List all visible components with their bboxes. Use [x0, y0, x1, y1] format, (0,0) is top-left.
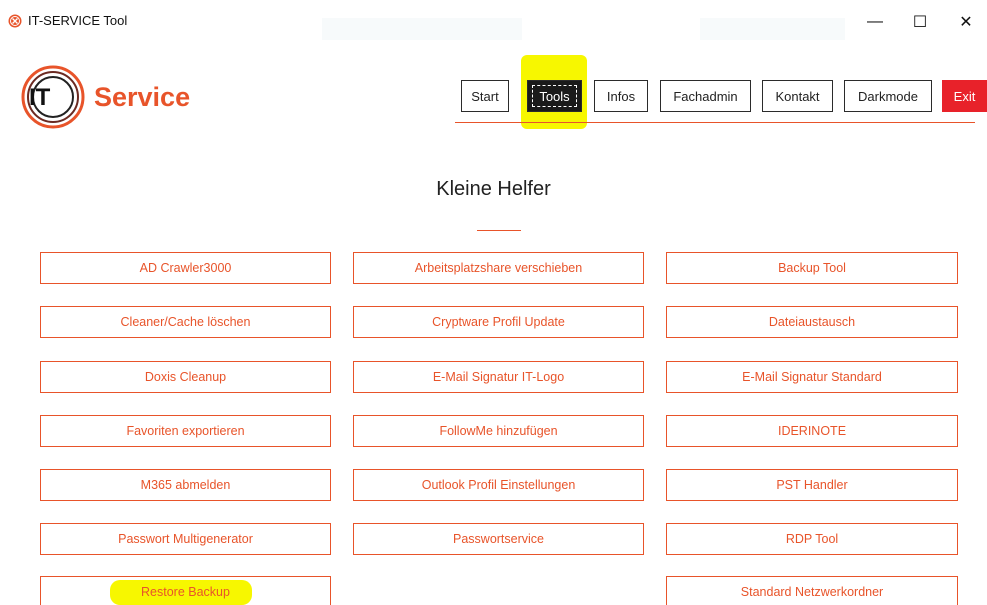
tool-button-label: Dateiaustausch	[768, 315, 856, 329]
tool-button-label: Cleaner/Cache löschen	[120, 315, 251, 329]
tool-button-label: Passwort Multigenerator	[118, 532, 253, 546]
window-titlebar: IT-SERVICE Tool — ☐ ✕	[0, 0, 987, 44]
nav-fachadmin-button[interactable]: Fachadmin	[660, 80, 751, 112]
window-title: IT-SERVICE Tool	[28, 13, 128, 28]
tool-button-m365-abmelden[interactable]: M365 abmelden	[40, 469, 331, 501]
tool-button-label: Outlook Profil Einstellungen	[421, 478, 576, 492]
minimize-button[interactable]: —	[858, 8, 892, 36]
tool-button-restore-backup[interactable]: Restore Backup	[40, 576, 331, 605]
nav-start-label: Start	[471, 88, 499, 104]
nav-darkmode-label: Darkmode	[858, 88, 918, 104]
tool-button-cryptware[interactable]: Cryptware Profil Update	[353, 306, 644, 338]
tool-button-label: M365 abmelden	[140, 478, 231, 492]
blurred-area	[322, 18, 522, 40]
nav-kontakt-label: Kontakt	[775, 88, 820, 104]
tool-button-label: Arbeitsplatzshare verschieben	[414, 261, 583, 275]
tool-button-label: Doxis Cleanup	[144, 370, 227, 384]
tool-button-email-signatur-standard[interactable]: E-Mail Signatur Standard	[666, 361, 958, 393]
tool-button-backup-tool[interactable]: Backup Tool	[666, 252, 958, 284]
nav-darkmode-button[interactable]: Darkmode	[844, 80, 932, 112]
heading-divider	[477, 230, 521, 231]
tool-button-label: Favoriten exportieren	[126, 424, 245, 438]
tool-button-label: FollowMe hinzufügen	[439, 424, 558, 438]
app-icon	[8, 14, 22, 28]
maximize-icon: ☐	[912, 14, 928, 31]
tool-button-label: AD Crawler3000	[139, 261, 232, 275]
tool-button-favoriten-exportieren[interactable]: Favoriten exportieren	[40, 415, 331, 447]
nav-exit-label: Exit	[953, 88, 976, 104]
logo-it-text: IT	[29, 84, 51, 111]
minimize-icon: —	[867, 13, 883, 30]
tool-button-label: E-Mail Signatur IT-Logo	[432, 370, 565, 384]
close-icon: ✕	[959, 14, 973, 31]
tool-button-label: Restore Backup	[141, 585, 230, 599]
tool-button-passwortservice[interactable]: Passwortservice	[353, 523, 644, 555]
tool-button-ad-crawler[interactable]: AD Crawler3000	[40, 252, 331, 284]
tool-button-followme[interactable]: FollowMe hinzufügen	[353, 415, 644, 447]
tool-button-label: Backup Tool	[778, 261, 846, 275]
blurred-area	[700, 18, 845, 40]
focus-indicator	[532, 85, 577, 107]
nav-tools-button[interactable]: Tools	[527, 80, 582, 112]
tool-button-passwort-multigenerator[interactable]: Passwort Multigenerator	[40, 523, 331, 555]
tool-button-outlook-profil[interactable]: Outlook Profil Einstellungen	[353, 469, 644, 501]
tool-button-cleaner-cache[interactable]: Cleaner/Cache löschen	[40, 306, 331, 338]
nav-divider	[455, 122, 975, 123]
nav-fachadmin-label: Fachadmin	[673, 88, 738, 104]
tool-button-doxis-cleanup[interactable]: Doxis Cleanup	[40, 361, 331, 393]
tool-button-dateiaustausch[interactable]: Dateiaustausch	[666, 306, 958, 338]
tool-button-label: IDERINOTE	[777, 424, 847, 438]
logo-service-text: Service	[94, 82, 191, 112]
tool-button-label: Passwortservice	[453, 532, 544, 546]
tool-button-rdp-tool[interactable]: RDP Tool	[666, 523, 958, 555]
nav-exit-button[interactable]: Exit	[942, 80, 987, 112]
tool-button-pst-handler[interactable]: PST Handler	[666, 469, 958, 501]
tool-button-label: E-Mail Signatur Standard	[742, 370, 882, 384]
tool-button-standard-netzwerkordner[interactable]: Standard Netzwerkordner	[666, 576, 958, 605]
tool-button-email-signatur-it-logo[interactable]: E-Mail Signatur IT-Logo	[353, 361, 644, 393]
page-title: Kleine Helfer	[436, 178, 551, 200]
tool-button-iderinote[interactable]: IDERINOTE	[666, 415, 958, 447]
nav-kontakt-button[interactable]: Kontakt	[762, 80, 833, 112]
close-button[interactable]: ✕	[949, 8, 983, 36]
tool-button-arbeitsplatzshare[interactable]: Arbeitsplatzshare verschieben	[353, 252, 644, 284]
nav-infos-label: Infos	[606, 88, 636, 104]
nav-start-button[interactable]: Start	[461, 80, 509, 112]
tool-button-label: Standard Netzwerkordner	[740, 585, 884, 599]
nav-infos-button[interactable]: Infos	[594, 80, 648, 112]
tool-button-label: PST Handler	[776, 478, 848, 492]
tool-button-label: RDP Tool	[785, 532, 839, 546]
maximize-button[interactable]: ☐	[903, 8, 937, 36]
tool-button-label: Cryptware Profil Update	[432, 315, 565, 329]
